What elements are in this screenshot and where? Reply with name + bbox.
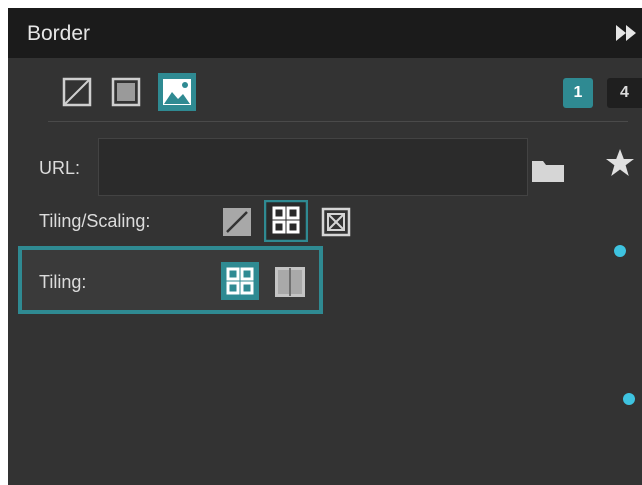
fit-cross-icon[interactable] <box>321 207 351 237</box>
tile-grid-icon[interactable] <box>221 262 259 300</box>
tile-grid-icon[interactable] <box>263 199 309 243</box>
panel-header: Border <box>8 8 642 58</box>
tiling-scaling-label: Tiling/Scaling: <box>39 211 151 231</box>
stretch-icon[interactable] <box>222 207 252 237</box>
url-input[interactable] <box>98 138 528 196</box>
page-button-1[interactable]: 1 <box>563 78 593 108</box>
page-button-4[interactable]: 4 <box>607 78 642 108</box>
tile-columns-icon[interactable] <box>274 266 306 298</box>
double-chevron-right-icon[interactable] <box>612 22 642 44</box>
indicator-dot[interactable] <box>623 393 635 405</box>
border-panel: Border 1 4 URL: Tiling/Scaling: Tiling: <box>8 8 642 485</box>
indicator-dot[interactable] <box>614 245 626 257</box>
star-icon[interactable] <box>605 148 635 178</box>
tiling-label: Tiling: <box>39 272 87 292</box>
folder-icon[interactable] <box>531 157 565 183</box>
divider <box>48 121 628 122</box>
url-label: URL: <box>39 158 81 178</box>
panel-title: Border <box>27 22 91 45</box>
no-image-icon[interactable] <box>62 77 92 107</box>
tiling-row-highlight: Tiling: <box>18 246 323 314</box>
image-icon[interactable] <box>158 73 196 111</box>
solid-fill-icon[interactable] <box>111 77 141 107</box>
